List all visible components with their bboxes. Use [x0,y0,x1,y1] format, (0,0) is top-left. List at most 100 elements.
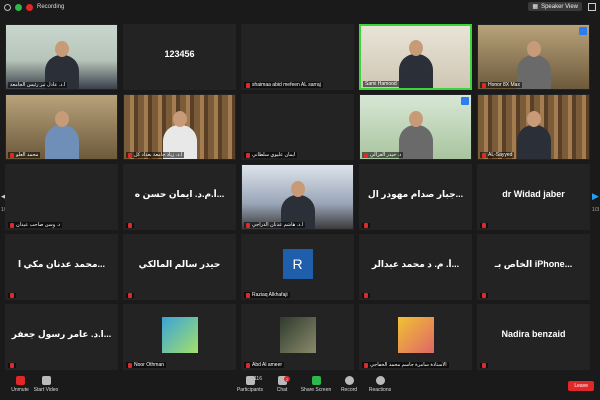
participant-tile[interactable]: محمد العلو [5,94,118,160]
participant-name: Noor Othman [134,362,165,368]
participant-tile[interactable]: أ.م.د. ايمان حسن ه... [123,164,236,230]
fullscreen-icon[interactable] [588,3,596,11]
participant-name-label: د. حيدر الغزالي [362,152,404,158]
smiley-icon [375,376,385,385]
shield-icon[interactable] [15,3,22,11]
participant-tile[interactable]: AL-Sayyed [477,94,590,160]
participant-name-label [362,223,370,228]
participant-tile[interactable]: الاستاذة سامرة جاسم محمد الخفاجي [359,304,472,370]
participant-silhouette [398,54,433,88]
participant-tile[interactable]: Noor Othman [123,304,236,370]
participant-name-label: أ.د. عادل تبر رئيس الجامعة [8,82,68,88]
participant-name: shaimaa abid mefeen AL sarraj [252,82,321,88]
profile-picture [161,317,198,353]
participant-name-label [362,293,370,298]
participant-tile[interactable]: أ.د. عادل تبر رئيس الجامعة [5,24,118,90]
leave-button[interactable]: Leave [568,381,594,391]
participant-tile[interactable]: Nadira benzaid [477,304,590,370]
participant-video [6,25,117,89]
participant-tile[interactable]: 123456 [123,24,236,90]
participant-display-name: أ. م. د محمد عبدالر... [371,259,460,269]
participant-name-label: shaimaa abid mefeen AL sarraj [244,82,323,88]
record-label: Record [340,387,358,393]
participant-tile[interactable]: د. وسن صاحب عيدان [5,164,118,230]
participant-tile[interactable]: R Raziaq Alkhafaji [241,234,354,300]
participant-tile[interactable]: Honor 8X Max [477,24,590,90]
participant-tile[interactable]: ا.د. عامر رسول جعفر... [5,304,118,370]
participant-name-label: Honor 8X Max [480,82,522,88]
participant-name: ا.د. هاشم عدنان الدراجي [252,222,304,228]
share-screen-icon [311,376,321,385]
participant-tile[interactable]: ا.د. هاشم عدنان الدراجي [241,164,354,230]
recording-label: Recording [37,4,65,10]
more-options-icon[interactable] [579,27,587,35]
avatar: R [282,249,313,279]
microphone-muted-icon [10,152,14,158]
participant-name: محمد العلو [16,152,39,158]
participant-tile[interactable]: shaimaa abid mefeen AL sarraj [241,24,354,90]
participant-tile[interactable]: Abd Al ameer [241,304,354,370]
participant-tile[interactable]: dr Widad jaber [477,164,590,230]
info-icon[interactable] [4,3,11,11]
participant-video [360,95,471,159]
microphone-muted-icon [364,293,368,298]
participant-name: أ.د. زياد جامعة بغداد كل [134,152,183,158]
microphone-muted-icon [246,222,250,228]
participant-tile[interactable]: د. حيدر الغزالي [359,94,472,160]
participant-tile[interactable]: حيدر سالم المالكي [123,234,236,300]
participant-tile[interactable]: جبار صدام مهودر ال... [359,164,472,230]
participant-name: الاستاذة سامرة جاسم محمد الخفاجي [370,362,447,368]
participant-video [478,95,589,159]
participant-display-name: حيدر سالم المالكي [138,259,221,269]
participant-name-label [480,223,488,228]
participant-name: Raziaq Alkhafaji [252,292,288,298]
participant-display-name: dr Widad jaber [502,189,565,199]
participant-name-label: ا.د. هاشم عدنان الدراجي [244,222,306,228]
meeting-toolbar: Unmute Start Video 116 Participants 2 Ch… [0,374,600,400]
microphone-muted-icon [364,362,368,368]
participant-name-label: Sami Hamood [363,81,399,87]
participant-tile[interactable]: أ.د. زياد جامعة بغداد كل [123,94,236,160]
participant-name-label: د. وسن صاحب عيدان [8,222,63,228]
chat-label: Chat [276,387,288,393]
participant-name: Abd Al ameer [252,362,283,368]
participant-display-name: محمد عدنان مكي ا... [17,259,106,269]
record-icon [344,376,354,385]
microphone-muted-icon [364,223,368,228]
microphone-muted-icon [246,82,250,88]
participant-video [478,25,589,89]
participant-display-name: جبار صدام مهودر ال... [367,189,464,199]
participant-tile[interactable]: محمد عدنان مكي ا... [5,234,118,300]
participant-tile[interactable]: ايمان عليوي سلطاني [241,94,354,160]
participant-silhouette [516,125,551,159]
participant-display-name: أ.م.د. ايمان حسن ه... [134,189,225,199]
participants-count: 116 [254,376,262,382]
start-video-label: Start Video [33,387,59,393]
participant-display-name: الخاص بـ iPhone... [494,259,573,269]
microphone-muted-icon [128,223,132,228]
more-options-icon[interactable] [461,97,469,105]
participant-name: ايمان عليوي سلطاني [252,152,296,158]
start-video-button[interactable]: Start Video [26,376,66,393]
grid-icon: ▦ [532,4,539,10]
participant-video [124,95,235,159]
participant-name: أ.د. عادل تبر رئيس الجامعة [10,82,66,88]
microphone-muted-icon [15,376,25,385]
participant-tile[interactable]: Sami Hamood [359,24,472,90]
reactions-button[interactable]: Reactions [360,376,400,393]
participant-silhouette [44,125,79,159]
participant-name: Honor 8X Max [488,82,520,88]
participant-tile[interactable]: الخاص بـ iPhone... [477,234,590,300]
microphone-muted-icon [128,293,132,298]
participant-name-label: أ.د. زياد جامعة بغداد كل [126,152,185,158]
microphone-muted-icon [482,82,486,88]
speaker-view-button[interactable]: ▦ Speaker View [528,2,582,11]
participant-gallery: أ.د. عادل تبر رئيس الجامعة 123456 shaimaa … [5,24,592,370]
participant-tile[interactable]: أ. م. د محمد عبدالر... [359,234,472,300]
share-screen-label: Share Screen [300,387,332,393]
participant-name: Sami Hamood [365,81,397,87]
participant-name-label [480,363,488,368]
microphone-muted-icon [482,152,486,158]
participant-name-label: AL-Sayyed [480,152,515,158]
next-page-arrow-icon[interactable]: ▶ [591,188,600,204]
